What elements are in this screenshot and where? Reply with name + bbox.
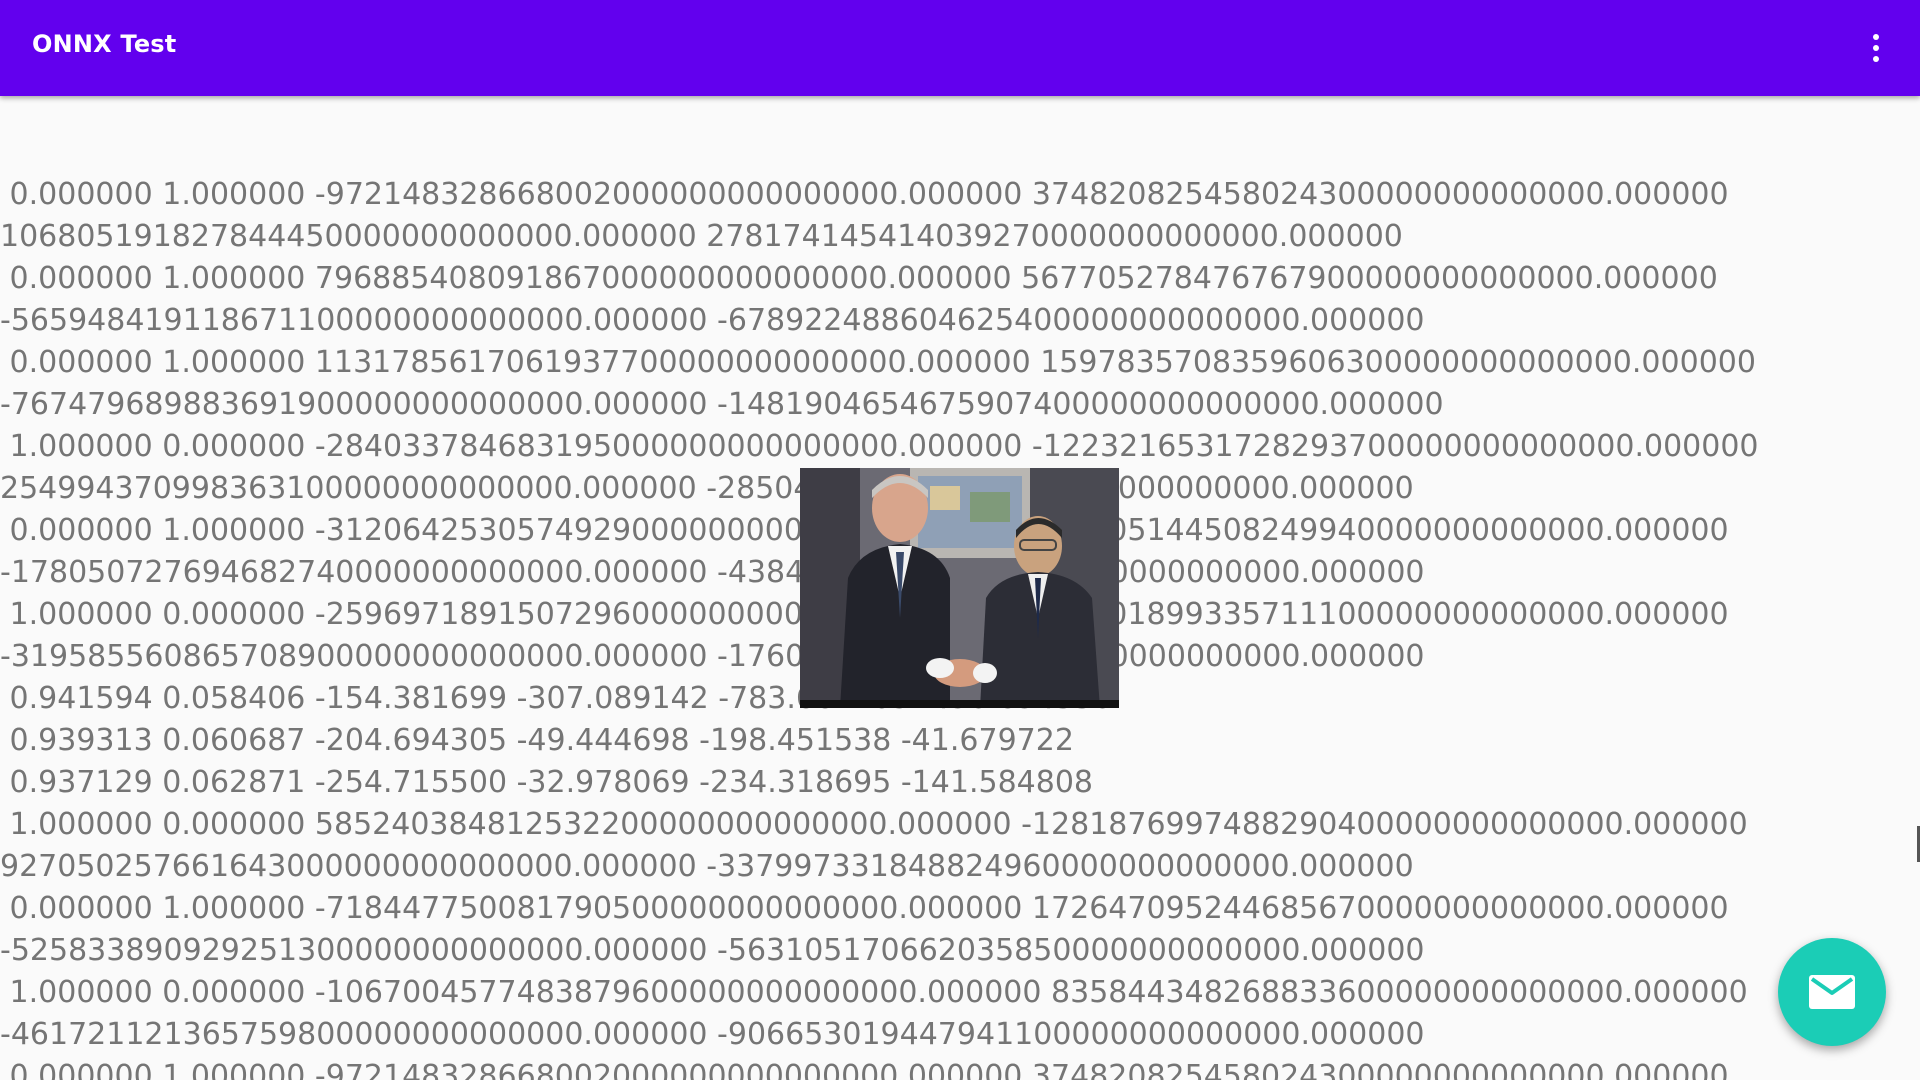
more-vert-icon[interactable] <box>1852 24 1900 72</box>
photo-handshake <box>800 468 1119 708</box>
menu-dot <box>1873 45 1879 51</box>
app-title: ONNX Test <box>32 30 177 58</box>
menu-dot <box>1873 56 1879 62</box>
email-fab-button[interactable] <box>1778 938 1886 1046</box>
photo-image <box>800 468 1119 708</box>
menu-dot <box>1873 34 1879 40</box>
email-icon <box>1809 975 1855 1009</box>
app-bar: ONNX Test <box>0 0 1920 96</box>
